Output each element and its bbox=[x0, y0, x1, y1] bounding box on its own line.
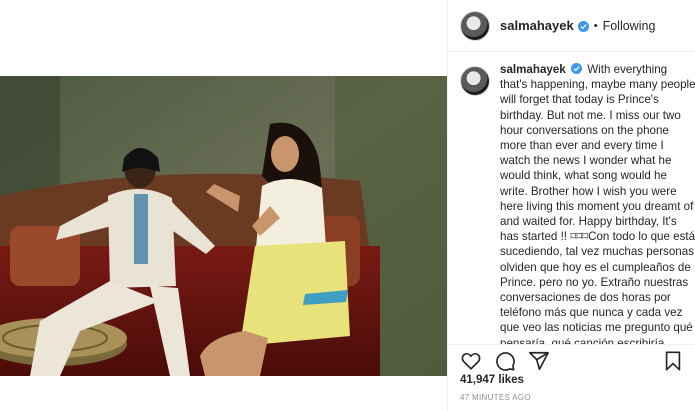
photo-illustration bbox=[0, 76, 447, 376]
caption-area[interactable]: salmahayek With everything that's happen… bbox=[460, 62, 695, 344]
verified-badge-icon bbox=[570, 63, 582, 74]
caption-text: With everything that's happening, maybe … bbox=[500, 63, 695, 344]
caption: salmahayek With everything that's happen… bbox=[500, 62, 695, 344]
heart-icon[interactable] bbox=[460, 350, 482, 372]
avatar[interactable] bbox=[460, 10, 490, 41]
caption-avatar[interactable] bbox=[460, 66, 490, 96]
caption-username[interactable]: salmahayek bbox=[500, 63, 566, 76]
following-button[interactable]: Following bbox=[603, 19, 656, 33]
post-header: salmahayek • Following bbox=[448, 0, 695, 52]
post-timestamp[interactable]: 47 MINUTES AGO bbox=[460, 393, 531, 402]
likes-count[interactable]: 41,947 likes bbox=[460, 374, 524, 386]
share-icon[interactable] bbox=[528, 350, 550, 372]
post-photo[interactable] bbox=[0, 76, 447, 376]
bookmark-icon[interactable] bbox=[662, 350, 684, 372]
separator-dot: • bbox=[593, 19, 598, 32]
post-side-panel: salmahayek • Following salmahayek With e… bbox=[447, 0, 695, 411]
post-media bbox=[0, 0, 447, 411]
comment-icon[interactable] bbox=[494, 350, 516, 372]
action-bar bbox=[448, 344, 695, 372]
header-username[interactable]: salmahayek bbox=[500, 18, 574, 33]
verified-badge-icon bbox=[577, 21, 589, 32]
